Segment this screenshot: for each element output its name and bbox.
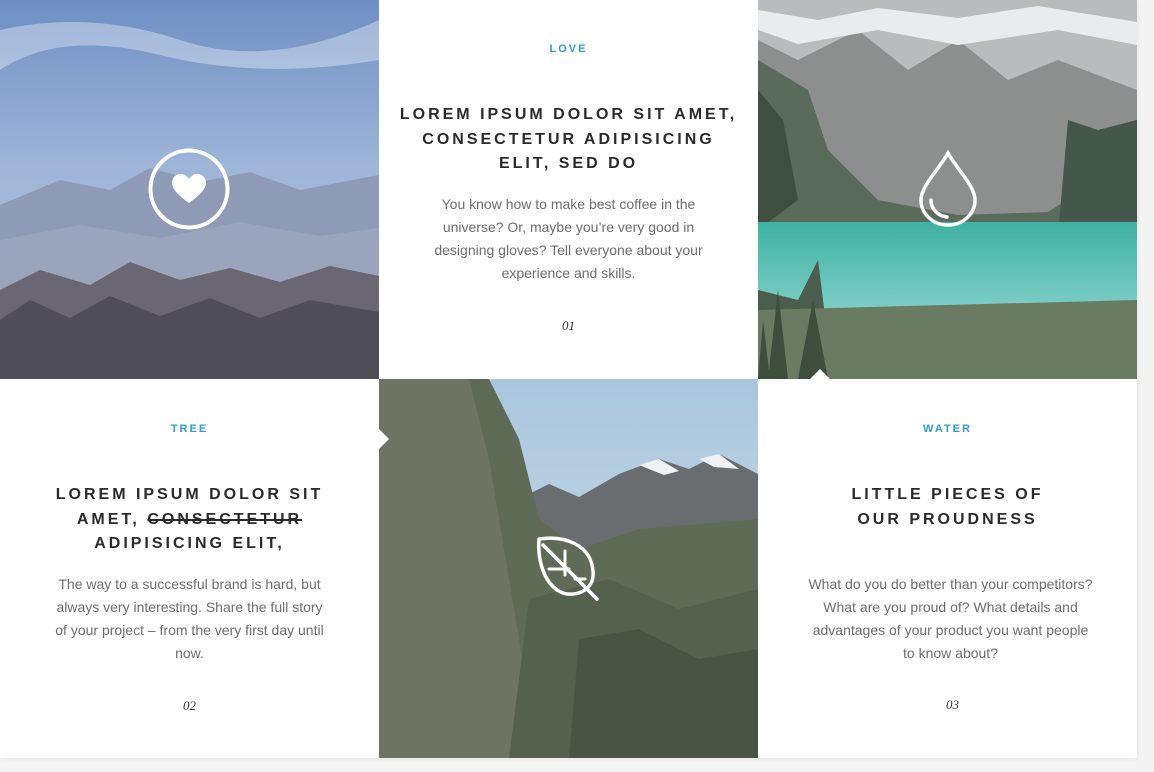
card-body-text: You know how to make best coffee in the … — [434, 196, 703, 281]
heading-line: OUR PROUDNESS — [857, 510, 1038, 528]
card-number: 03 — [946, 697, 959, 712]
heading-line: LOREM IPSUM DOLOR SIT AMET, — [399, 106, 738, 123]
card-number: 02 — [183, 698, 196, 713]
heading-strikethrough-text: CONSECTETUR — [147, 510, 303, 528]
card-heading: LOREM IPSUM DOLOR SIT AMET, CONSECTETUR … — [40, 483, 339, 557]
features-grid: LOVE LOREM IPSUM DOLOR SIT AMET, CONSECT… — [0, 0, 1137, 758]
card-pointer — [379, 429, 389, 449]
card-kicker: LOVE — [549, 43, 588, 55]
leaf-icon — [537, 536, 599, 601]
card-kicker: TREE — [170, 423, 209, 435]
card-body-text: The way to a successful brand is hard, b… — [55, 576, 324, 661]
forest-photo-tile — [379, 379, 758, 758]
card-pointer — [810, 369, 830, 379]
heading-text: ADIPISICING ELIT, — [94, 535, 285, 552]
card-heading: LOREM IPSUM DOLOR SIT AMET, CONSECTETUR … — [399, 103, 738, 177]
heart-icon — [148, 148, 230, 230]
card-heading: LITTLE PIECES OF OUR PROUDNESS — [778, 483, 1117, 532]
card-kicker: WATER — [923, 423, 972, 435]
heading-line: LITTLE PIECES OF — [851, 486, 1044, 503]
heading-line: ELIT, SED DO — [498, 155, 639, 172]
water-feature-card: WATER LITTLE PIECES OF OUR PROUDNESS Wha… — [758, 379, 1137, 758]
water-drop-icon — [919, 150, 977, 227]
lake-photo-tile — [758, 0, 1137, 379]
heading-line: CONSECTETUR ADIPISICING — [422, 130, 715, 148]
card-number: 01 — [562, 318, 575, 333]
love-feature-card: LOVE LOREM IPSUM DOLOR SIT AMET, CONSECT… — [379, 0, 758, 379]
tree-feature-card: TREE LOREM IPSUM DOLOR SIT AMET, CONSECT… — [0, 379, 379, 758]
mountain-photo-tile — [0, 0, 379, 379]
card-body-text: What do you do better than your competit… — [808, 576, 1093, 661]
